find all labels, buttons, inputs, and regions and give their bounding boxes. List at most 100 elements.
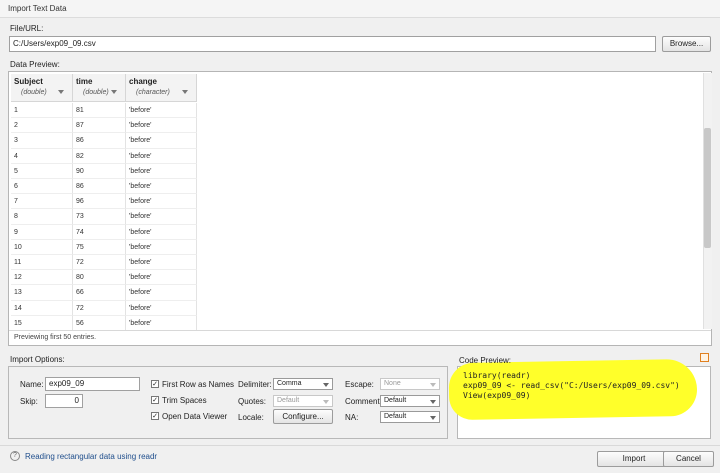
first-row-label: First Row as Names — [162, 380, 235, 389]
table-row: 15 56'before' — [11, 315, 197, 331]
table-cell: 7 — [11, 194, 73, 210]
table-cell: 8 — [11, 209, 73, 225]
table-cell: 'before' — [126, 148, 197, 164]
table-row: 7 96'before' — [11, 194, 197, 210]
column-name: time — [76, 77, 93, 86]
table-cell: 87 — [73, 118, 126, 134]
code-line: exp09_09 <- read_csv("C:/Users/exp09_09.… — [463, 381, 680, 390]
locale-label: Locale: — [238, 413, 264, 422]
escape-value: None — [384, 380, 401, 387]
table-cell: 'before' — [126, 255, 197, 271]
table-cell: 15 — [11, 315, 73, 331]
cancel-button[interactable]: Cancel — [663, 451, 714, 467]
table-cell: 'before' — [126, 194, 197, 210]
file-url-input[interactable]: C:/Users/exp09_09.csv — [9, 36, 656, 52]
table-cell: 82 — [73, 148, 126, 164]
table-row: 10 75'before' — [11, 239, 197, 255]
column-dropdown-icon[interactable] — [182, 90, 188, 94]
table-cell: 'before' — [126, 103, 197, 119]
preview-status: Previewing first 50 entries. — [9, 330, 711, 345]
table-row: 5 90'before' — [11, 163, 197, 179]
name-label: Name: — [20, 380, 44, 389]
table-cell: 'before' — [126, 239, 197, 255]
table-cell: 72 — [73, 300, 126, 316]
browse-button[interactable]: Browse... — [662, 36, 711, 52]
chevron-down-icon — [323, 383, 329, 387]
table-cell: 5 — [11, 163, 73, 179]
table-cell: 'before' — [126, 209, 197, 225]
table-cell: 56 — [73, 315, 126, 331]
table-cell: 'before' — [126, 300, 197, 316]
column-name: Subject — [14, 77, 43, 86]
column-dropdown-icon[interactable] — [58, 90, 64, 94]
table-cell: 11 — [11, 255, 73, 271]
quotes-select[interactable]: Default — [273, 395, 333, 407]
table-cell: 12 — [11, 270, 73, 286]
table-row: 8 73'before' — [11, 209, 197, 225]
table-cell: 'before' — [126, 224, 197, 240]
column-dropdown-icon[interactable] — [111, 90, 117, 94]
table-row: 2 87'before' — [11, 118, 197, 134]
import-options-label: Import Options: — [10, 355, 65, 364]
table-cell: 9 — [11, 224, 73, 240]
table-row: 13 66'before' — [11, 285, 197, 301]
copy-icon[interactable] — [700, 353, 709, 362]
column-header-time[interactable]: time (double) — [73, 74, 126, 102]
readr-help-link[interactable]: Reading rectangular data using readr — [25, 452, 157, 461]
code-preview-label: Code Preview: — [459, 356, 512, 365]
table-cell: 74 — [73, 224, 126, 240]
preview-scrollbar-thumb[interactable] — [704, 128, 711, 248]
na-select[interactable]: Default — [380, 411, 440, 423]
trim-spaces-label: Trim Spaces — [162, 396, 207, 405]
escape-label: Escape: — [345, 380, 374, 389]
code-line: View(exp09_09) — [463, 391, 531, 400]
table-cell: 96 — [73, 194, 126, 210]
table-cell: 72 — [73, 255, 126, 271]
table-row: 14 72'before' — [11, 300, 197, 316]
configure-button[interactable]: Configure... — [273, 409, 333, 424]
chevron-down-icon — [323, 400, 329, 404]
table-row: 4 82'before' — [11, 148, 197, 164]
column-type: (double) — [83, 89, 109, 96]
help-icon[interactable]: ? — [10, 451, 20, 461]
footer-divider — [0, 445, 720, 446]
skip-input[interactable]: 0 — [45, 394, 83, 408]
trim-spaces-checkbox[interactable]: ✓ — [151, 396, 159, 404]
preview-status-text: Previewing first 50 entries. — [14, 334, 97, 341]
table-cell: 14 — [11, 300, 73, 316]
delimiter-select[interactable]: Comma — [273, 378, 333, 390]
delimiter-label: Delimiter: — [238, 380, 272, 389]
table-cell: 2 — [11, 118, 73, 134]
data-preview-label: Data Preview: — [10, 60, 60, 69]
table-cell: 'before' — [126, 285, 197, 301]
title-bar: Import Text Data — [0, 0, 720, 18]
table-row: 3 86'before' — [11, 133, 197, 149]
column-name: change — [129, 77, 158, 86]
table-cell: 13 — [11, 285, 73, 301]
escape-select[interactable]: None — [380, 378, 440, 390]
chevron-down-icon — [430, 416, 436, 420]
name-input[interactable]: exp09_09 — [45, 377, 140, 391]
first-row-checkbox[interactable]: ✓ — [151, 380, 159, 388]
table-cell: 4 — [11, 148, 73, 164]
table-row: 12 80'before' — [11, 270, 197, 286]
table-cell: 'before' — [126, 133, 197, 149]
data-preview-grid: Subject (double) time (double) change (c… — [8, 71, 712, 346]
window-title: Import Text Data — [8, 4, 67, 13]
code-preview-text: library(readr) exp09_09 <- read_csv("C:/… — [457, 366, 711, 439]
open-viewer-checkbox[interactable]: ✓ — [151, 412, 159, 420]
table-cell: 'before' — [126, 163, 197, 179]
table-cell: 'before' — [126, 315, 197, 331]
table-cell: 'before' — [126, 179, 197, 195]
na-label: NA: — [345, 413, 359, 422]
import-button[interactable]: Import — [597, 451, 671, 467]
quotes-value: Default — [277, 397, 300, 404]
table-cell: 3 — [11, 133, 73, 149]
column-header-subject[interactable]: Subject (double) — [11, 74, 73, 102]
table-row: 9 74'before' — [11, 224, 197, 240]
comment-select[interactable]: Default — [380, 395, 440, 407]
chevron-down-icon — [430, 383, 436, 387]
table-cell: 81 — [73, 103, 126, 119]
open-viewer-label: Open Data Viewer — [162, 412, 228, 421]
column-header-change[interactable]: change (character) — [126, 74, 197, 102]
